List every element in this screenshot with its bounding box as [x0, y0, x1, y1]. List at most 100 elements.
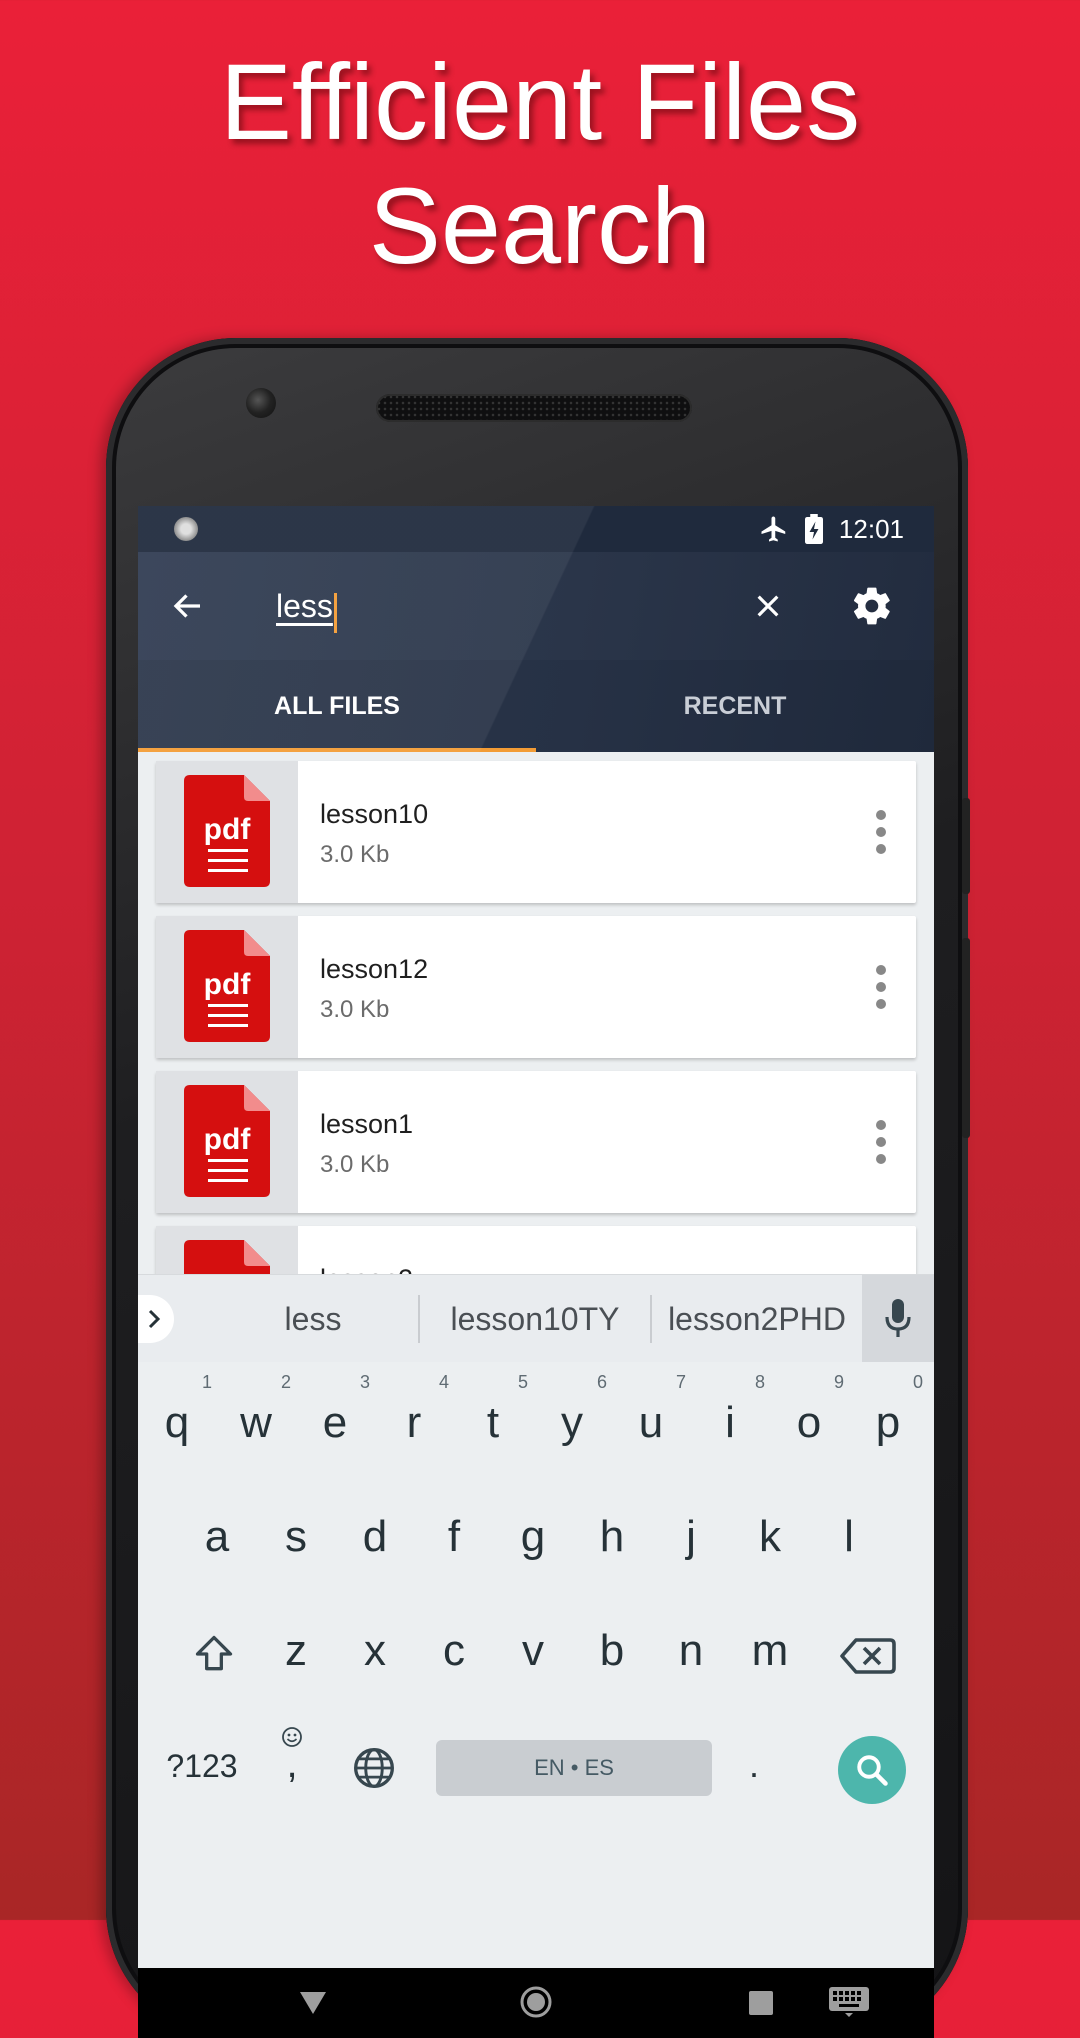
file-name: lesson12 — [320, 954, 429, 984]
back-arrow-icon[interactable] — [170, 588, 206, 624]
file-row[interactable]: pdf lesson1 3.0 Kb — [156, 1071, 916, 1213]
keyboard-suggestion-strip: less lesson10TY lesson2PHD — [138, 1274, 934, 1363]
key-v[interactable]: v — [494, 1596, 572, 1706]
headline-line-1: Efficient Files — [219, 41, 861, 162]
power-button — [962, 798, 970, 894]
backspace-key[interactable] — [818, 1596, 918, 1706]
key-s[interactable]: s — [257, 1482, 335, 1592]
search-app-bar: less — [138, 552, 934, 660]
key-t[interactable]: t5 — [454, 1368, 532, 1478]
volume-button — [962, 938, 970, 1138]
app-notification-icon — [174, 517, 198, 541]
file-size: 3.0 Kb — [320, 1151, 390, 1178]
emoji-comma-key[interactable]: , — [262, 1710, 322, 1820]
status-time: 12:01 — [838, 513, 904, 544]
space-bar[interactable]: EN • ES — [436, 1740, 712, 1796]
file-name: lesson10 — [320, 799, 429, 829]
search-action-button[interactable] — [838, 1736, 906, 1804]
pdf-file-icon: pdf — [184, 775, 270, 887]
key-n[interactable]: n — [652, 1596, 730, 1706]
symbols-key[interactable]: ?123 — [152, 1710, 252, 1820]
recents-nav-icon[interactable] — [748, 1990, 774, 2016]
key-d[interactable]: d — [336, 1482, 414, 1592]
pdf-file-icon: pdf — [184, 1240, 270, 1274]
key-q[interactable]: q1 — [138, 1368, 216, 1478]
voice-input-button[interactable] — [862, 1275, 934, 1363]
key-l[interactable]: l — [810, 1482, 888, 1592]
period-key[interactable]: . — [724, 1710, 784, 1820]
back-nav-icon[interactable] — [298, 1990, 328, 2016]
file-type-label: pdf — [204, 813, 252, 846]
key-j[interactable]: j — [652, 1482, 730, 1592]
key-w[interactable]: w2 — [217, 1368, 295, 1478]
file-list: pdf lesson10 3.0 Kb pdf lesson12 3.0 Kb … — [138, 752, 934, 1274]
key-x[interactable]: x — [336, 1596, 414, 1706]
key-c[interactable]: c — [415, 1596, 493, 1706]
file-name: lesson1 — [320, 1109, 414, 1139]
key-i[interactable]: i8 — [691, 1368, 769, 1478]
suggestion-item[interactable]: lesson2PHD — [652, 1275, 862, 1363]
text-cursor — [333, 592, 337, 633]
file-size: 3.0 Kb — [320, 996, 390, 1023]
airplane-mode-icon — [761, 516, 786, 542]
more-options-icon[interactable] — [874, 809, 888, 855]
key-h[interactable]: h — [573, 1482, 651, 1592]
phone-screen: 12:01 less ALL FILES RECENT pdf lesson10… — [138, 506, 934, 2038]
file-thumbnail: pdf — [156, 1226, 298, 1274]
language-key[interactable] — [338, 1710, 408, 1820]
key-o[interactable]: o9 — [770, 1368, 848, 1478]
file-thumbnail: pdf — [156, 916, 298, 1058]
key-k[interactable]: k — [731, 1482, 809, 1592]
file-name: lesson2 — [320, 1264, 413, 1274]
file-thumbnail: pdf — [156, 761, 298, 903]
promo-headline: Efficient Files Search — [0, 40, 1080, 288]
key-f[interactable]: f — [415, 1482, 493, 1592]
search-input[interactable]: less — [276, 578, 636, 634]
search-icon — [857, 1755, 888, 1786]
front-camera — [246, 388, 276, 418]
tab-all-files[interactable]: ALL FILES — [138, 660, 536, 752]
tab-bar: ALL FILES RECENT — [138, 660, 934, 752]
more-options-icon[interactable] — [874, 1119, 888, 1165]
chevron-right-icon — [148, 1309, 161, 1329]
suggestion-item[interactable]: less — [208, 1275, 418, 1363]
clear-icon[interactable] — [752, 590, 784, 622]
file-row[interactable]: pdf lesson12 3.0 Kb — [156, 916, 916, 1058]
key-e[interactable]: e3 — [296, 1368, 374, 1478]
key-p[interactable]: p0 — [849, 1368, 927, 1478]
system-navigation-bar — [138, 1968, 934, 2038]
tab-recent[interactable]: RECENT — [536, 660, 934, 752]
key-y[interactable]: y6 — [533, 1368, 611, 1478]
file-row[interactable]: pdf lesson2 — [156, 1226, 916, 1274]
pdf-file-icon: pdf — [184, 930, 270, 1042]
earpiece-speaker — [376, 394, 692, 422]
key-b[interactable]: b — [573, 1596, 651, 1706]
suggestion-item[interactable]: lesson10TY — [420, 1275, 650, 1363]
pdf-file-icon: pdf — [184, 1085, 270, 1197]
globe-icon — [354, 1748, 394, 1788]
settings-gear-icon[interactable] — [850, 584, 894, 628]
battery-charging-icon — [804, 514, 823, 544]
backspace-icon — [840, 1638, 896, 1674]
headline-line-2: Search — [368, 165, 712, 286]
home-nav-icon[interactable] — [518, 1984, 554, 2020]
file-type-label: pdf — [204, 968, 252, 1001]
keyboard-switch-icon[interactable] — [828, 1986, 870, 2018]
microphone-icon — [885, 1299, 911, 1337]
shift-key[interactable] — [162, 1596, 262, 1706]
more-options-icon[interactable] — [874, 964, 888, 1010]
soft-keyboard: q1 w2 e3 r4 t5 y6 u7 i8 o9 p0 a s d f g … — [138, 1362, 934, 1822]
status-bar: 12:01 — [138, 506, 934, 552]
file-row[interactable]: pdf lesson10 3.0 Kb — [156, 761, 916, 903]
key-z[interactable]: z — [257, 1596, 335, 1706]
file-type-label: pdf — [204, 1123, 252, 1156]
key-a[interactable]: a — [178, 1482, 256, 1592]
key-m[interactable]: m — [731, 1596, 809, 1706]
shift-arrow-icon — [195, 1635, 233, 1671]
key-r[interactable]: r4 — [375, 1368, 453, 1478]
file-size: 3.0 Kb — [320, 841, 390, 868]
phone-frame: 12:01 less ALL FILES RECENT pdf lesson10… — [106, 338, 970, 2038]
key-u[interactable]: u7 — [612, 1368, 690, 1478]
key-g[interactable]: g — [494, 1482, 572, 1592]
expand-suggestions-button[interactable] — [138, 1295, 174, 1343]
